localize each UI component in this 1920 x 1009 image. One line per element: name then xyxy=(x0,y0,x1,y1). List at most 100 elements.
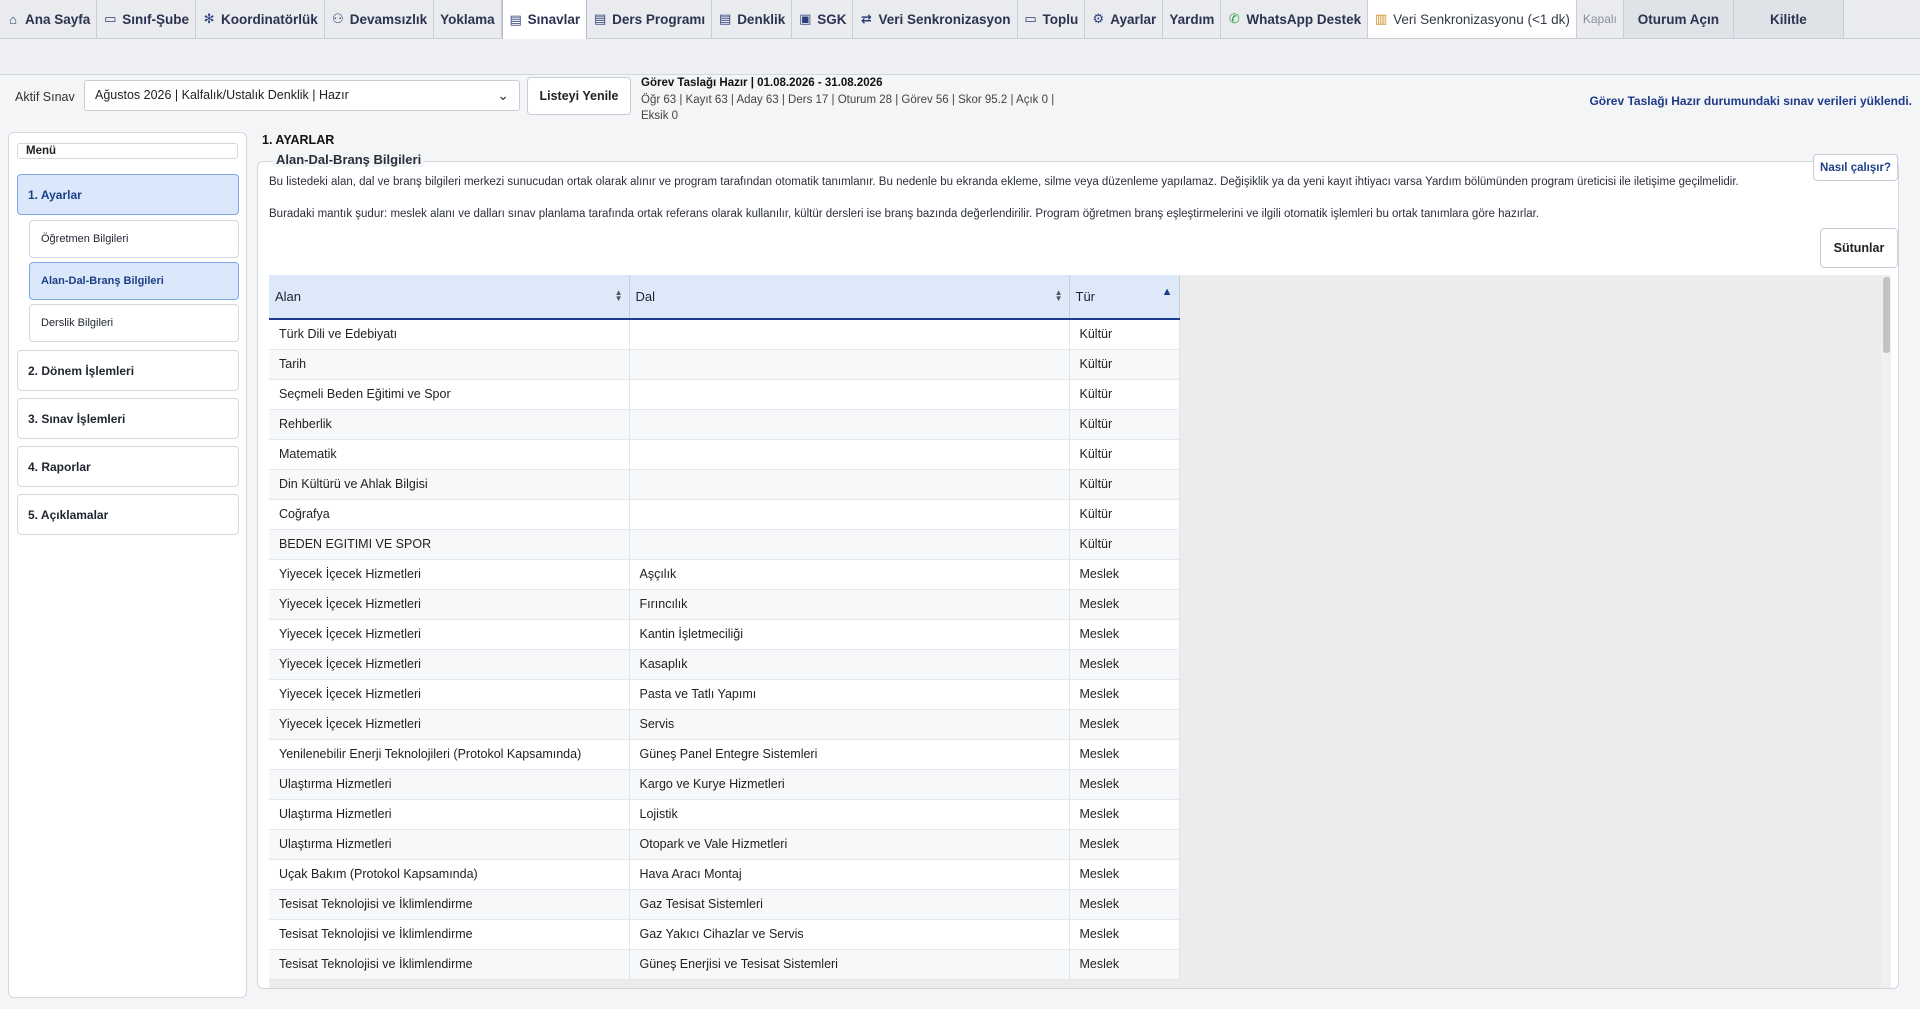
menu-item-term[interactable]: 2. Dönem İşlemleri xyxy=(17,350,239,391)
tab-15[interactable]: Kapalı xyxy=(1576,0,1624,38)
cell-alan: Yiyecek İçecek Hizmetleri xyxy=(269,709,630,740)
table-row[interactable]: Ulaştırma Hizmetleri Otopark ve Vale Hizm… xyxy=(269,829,1180,860)
tab-11[interactable]: ⚙ Ayarlar xyxy=(1085,0,1164,38)
exams-icon: ▤ xyxy=(509,11,522,27)
table-row[interactable]: BEDEN EGITIMI VE SPOR Kültür xyxy=(269,529,1180,560)
tab-label: SGK xyxy=(817,11,847,27)
table-row[interactable]: Uçak Bakım (Protokol Kapsamında) Hava Ara… xyxy=(269,859,1180,890)
tab-1[interactable]: ▭ Sınıf-Şube xyxy=(97,0,197,38)
cell-alan: BEDEN EGITIMI VE SPOR xyxy=(269,529,630,560)
menu-item-notes[interactable]: 5. Açıklamalar xyxy=(17,494,239,535)
refresh-list-button[interactable]: Listeyi Yenile xyxy=(527,77,631,115)
submenu-item-classrooms[interactable]: Derslik Bilgileri xyxy=(29,304,239,342)
menu-item-reports[interactable]: 4. Raporlar xyxy=(17,446,239,487)
tab-4[interactable]: Yoklama xyxy=(434,0,502,38)
home-icon: ⌂ xyxy=(9,11,17,27)
cell-tur: Kültür xyxy=(1069,379,1180,410)
vertical-scrollbar[interactable] xyxy=(1881,275,1891,988)
tab-label: Kapalı xyxy=(1582,12,1617,26)
cell-tur: Meslek xyxy=(1069,769,1180,800)
tab-label: Sınıf-Şube xyxy=(122,11,190,27)
toolbar-strip xyxy=(0,39,1920,75)
cell-alan: Tesisat Teknolojisi ve İklimlendirme xyxy=(269,949,630,980)
submenu-item-fields[interactable]: Alan-Dal-Branş Bilgileri xyxy=(29,262,239,300)
column-header-tur[interactable]: Tür ▲ xyxy=(1069,275,1180,320)
whatsapp-icon: ✆ xyxy=(1228,11,1240,26)
tab-0[interactable]: ⌂ Ana Sayfa xyxy=(0,0,98,38)
column-header-tur-label: Tür xyxy=(1075,289,1096,304)
tab-label: Kilitle xyxy=(1770,11,1807,27)
menu-item-settings[interactable]: 1. Ayarlar xyxy=(17,174,239,215)
tab-3[interactable]: ⚇ Devamsızlık xyxy=(324,0,435,38)
tab-5[interactable]: ▤ Sınavlar xyxy=(501,0,588,39)
cell-tur: Kültür xyxy=(1069,349,1180,380)
equivalence-icon: ▤ xyxy=(719,11,732,26)
table-row[interactable]: Matematik Kültür xyxy=(269,439,1180,470)
cell-dal: Fırıncılık xyxy=(629,589,1070,620)
tab-7[interactable]: ▤ Denklik xyxy=(712,0,793,38)
table-row[interactable]: Ulaştırma Hizmetleri Lojistik Meslek xyxy=(269,799,1180,830)
cell-tur: Kültür xyxy=(1069,409,1180,440)
cell-alan: Türk Dili ve Edebiyatı xyxy=(269,319,630,350)
cell-tur: Kültür xyxy=(1069,319,1180,350)
cell-tur: Meslek xyxy=(1069,619,1180,650)
tab-6[interactable]: ▤ Ders Programı xyxy=(587,0,713,38)
fields-table: Alan ▲ ▼ Dal ▲ ▼ Tür ▲ Türk Dili ve Edebiy… xyxy=(269,275,1180,980)
table-row[interactable]: Coğrafya Kültür xyxy=(269,499,1180,530)
table-row[interactable]: Yiyecek İçecek Hizmetleri Kantin İşletmec… xyxy=(269,619,1180,650)
tab-8[interactable]: ▣ SGK xyxy=(792,0,854,38)
section-title: 1. AYARLAR xyxy=(262,133,335,147)
cell-alan: Ulaştırma Hizmetleri xyxy=(269,799,630,830)
tab-label: Ayarlar xyxy=(1110,11,1157,27)
table-row[interactable]: Tesisat Teknolojisi ve İklimlendirme Gaz … xyxy=(269,919,1180,950)
schedule-icon: ▤ xyxy=(593,11,607,26)
table-row[interactable]: Tarih Kültür xyxy=(269,349,1180,380)
column-header-alan-label: Alan xyxy=(275,289,302,304)
cell-tur: Meslek xyxy=(1069,559,1180,590)
table-row[interactable]: Yiyecek İçecek Hizmetleri Servis Meslek xyxy=(269,709,1180,740)
tab-2[interactable]: ✻ Koordinatörlük xyxy=(196,0,325,38)
active-exam-select[interactable]: Ağustos 2026 | Kalfalık/Ustalık Denklik … xyxy=(84,80,520,111)
cell-alan: Yiyecek İçecek Hizmetleri xyxy=(269,589,630,620)
column-header-dal[interactable]: Dal ▲ ▼ xyxy=(629,275,1070,320)
tab-label: Yoklama xyxy=(440,11,495,27)
how-it-works-button[interactable]: Nasıl çalışır? xyxy=(1813,154,1898,181)
table-row[interactable]: Yenilenebilir Enerji Teknolojileri (Prot… xyxy=(269,739,1180,770)
column-header-alan[interactable]: Alan ▲ ▼ xyxy=(269,275,630,320)
cell-alan: Yiyecek İçecek Hizmetleri xyxy=(269,619,630,650)
menu-item-exam-ops[interactable]: 3. Sınav İşlemleri xyxy=(17,398,239,439)
tab-9[interactable]: ⇄ Veri Senkronizasyon xyxy=(853,0,1018,38)
table-row[interactable]: Yiyecek İçecek Hizmetleri Fırıncılık Mesle… xyxy=(269,589,1180,620)
cell-dal: Güneş Enerjisi ve Tesisat Sistemleri xyxy=(629,949,1070,980)
table-row[interactable]: Ulaştırma Hizmetleri Kargo ve Kurye Hizme… xyxy=(269,769,1180,800)
tab-16[interactable]: Oturum Açın xyxy=(1623,0,1734,38)
cell-dal: Güneş Panel Entegre Sistemleri xyxy=(629,739,1070,770)
tab-label: Devamsızlık xyxy=(349,11,428,27)
scrollbar-thumb[interactable] xyxy=(1883,277,1890,353)
table-row[interactable]: Tesisat Teknolojisi ve İklimlendirme Gaz … xyxy=(269,889,1180,920)
columns-button[interactable]: Sütunlar xyxy=(1820,228,1898,268)
tab-14[interactable]: ▥ Veri Senkronizasyonu (<1 dk) xyxy=(1368,0,1577,38)
tab-12[interactable]: Yardım xyxy=(1163,0,1222,38)
table-row[interactable]: Seçmeli Beden Eğitimi ve Spor Kültür xyxy=(269,379,1180,410)
table-row[interactable]: Yiyecek İçecek Hizmetleri Aşçılık Meslek xyxy=(269,559,1180,590)
cell-tur: Meslek xyxy=(1069,949,1180,980)
active-exam-row: Aktif Sınav Ağustos 2026 | Kalfalık/Usta… xyxy=(0,75,1920,125)
table-row[interactable]: Yiyecek İçecek Hizmetleri Pasta ve Tatlı … xyxy=(269,679,1180,710)
table-row[interactable]: Rehberlik Kültür xyxy=(269,409,1180,440)
submenu-item-teachers[interactable]: Öğretmen Bilgileri xyxy=(29,220,239,258)
cell-tur: Meslek xyxy=(1069,739,1180,770)
cell-tur: Meslek xyxy=(1069,919,1180,950)
cell-alan: Yiyecek İçecek Hizmetleri xyxy=(269,559,630,590)
tab-13[interactable]: ✆ WhatsApp Destek xyxy=(1221,0,1369,38)
table-row[interactable]: Türk Dili ve Edebiyatı Kültür xyxy=(269,319,1180,350)
table-row[interactable]: Din Kültürü ve Ahlak Bilgisi Kültür xyxy=(269,469,1180,500)
chevron-down-icon: ⌄ xyxy=(497,87,509,103)
table-row[interactable]: Yiyecek İçecek Hizmetleri Kasaplık Meslek xyxy=(269,649,1180,680)
sidebar: Menü 1. Ayarlar Öğretmen Bilgileri Alan-… xyxy=(8,132,247,998)
tab-10[interactable]: ▭ Toplu xyxy=(1017,0,1086,38)
column-header-dal-label: Dal xyxy=(635,289,656,304)
table-row[interactable]: Tesisat Teknolojisi ve İklimlendirme Güne… xyxy=(269,949,1180,980)
tab-17[interactable]: Kilitle xyxy=(1733,0,1844,38)
cell-alan: Din Kültürü ve Ahlak Bilgisi xyxy=(269,469,630,500)
